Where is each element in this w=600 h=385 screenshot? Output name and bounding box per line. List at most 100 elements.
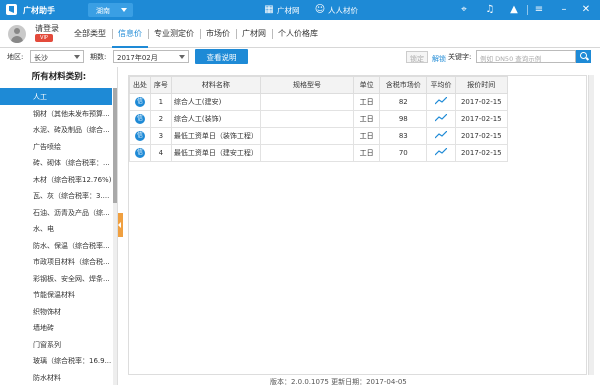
trend-chart-icon[interactable]	[434, 97, 447, 105]
tab-professional-price[interactable]: 专业测定价	[148, 20, 200, 48]
sidebar-item-fabric[interactable]: 织物饰材	[0, 303, 112, 320]
sidebar-item-timber[interactable]: 木材（综合税率12.76%)	[0, 171, 112, 188]
col-avg-price[interactable]: 平均价	[426, 76, 456, 94]
sidebar-item-labor[interactable]: 人工	[0, 88, 112, 105]
region-dropdown[interactable]: 湖南	[88, 3, 133, 17]
row-spec	[259, 127, 355, 145]
row-date: 2017-02-15	[454, 110, 509, 128]
sidebar-item-steel[interactable]: 钢材（其他未发布预算...	[0, 105, 112, 122]
person-icon: ☺	[314, 4, 326, 15]
table-scrollbar[interactable]	[588, 75, 594, 375]
region-filter-label: 地区:	[7, 53, 24, 61]
price-table-container: 出处 序号 材料名称 规格型号 单位 含税市场价 平均价 报价时间 信 1 综合…	[128, 75, 587, 375]
col-spec[interactable]: 规格型号	[259, 76, 355, 94]
view-help-button[interactable]: 查看说明	[195, 49, 248, 64]
row-unit: 工日	[353, 110, 381, 128]
tab-material-web[interactable]: 广材网	[236, 20, 272, 48]
avatar[interactable]	[8, 25, 26, 43]
trend-chart-icon[interactable]	[434, 114, 447, 122]
tab-personal-library[interactable]: 个人价格库	[272, 20, 324, 48]
tab-market-price[interactable]: 市场价	[200, 20, 236, 48]
col-source[interactable]: 出处	[129, 76, 151, 94]
row-material-name: 最低工资单日（建安工程）	[170, 144, 261, 162]
tab-info-price[interactable]: 信息价	[112, 20, 148, 48]
nav-tabs: 全部类型 信息价 专业测定价 市场价 广材网 个人价格库	[68, 20, 324, 48]
col-no[interactable]: 序号	[149, 76, 172, 94]
row-no: 2	[149, 110, 172, 128]
trend-chart-icon[interactable]	[434, 131, 447, 139]
chevron-down-icon	[179, 55, 185, 59]
lock-button[interactable]: 锁定	[406, 51, 428, 63]
period-select[interactable]: 2017年02月	[113, 50, 189, 63]
row-date: 2017-02-15	[454, 93, 509, 111]
row-date: 2017-02-15	[454, 127, 509, 145]
period-filter-label: 期数:	[90, 53, 107, 61]
sidebar-item-water-electric[interactable]: 水、电	[0, 220, 112, 237]
sidebar-item-advertising[interactable]: 广告喷绘	[0, 138, 112, 155]
version-info: 版本：2.0.0.1075 更新日期：2017-04-05	[270, 378, 407, 385]
filter-bar: 地区: 长沙 期数: 2017年02月 查看说明 锁定 解锁 关键字: 例如 D…	[0, 48, 600, 66]
region-select[interactable]: 长沙	[30, 50, 84, 63]
category-list: 人工 钢材（其他未发布预算... 水泥、砖及制品（综合... 广告喷绘 砖、砌体…	[0, 88, 112, 385]
info-source-icon[interactable]: 信	[134, 97, 145, 107]
col-unit[interactable]: 单位	[353, 76, 381, 94]
col-material-name[interactable]: 材料名称	[170, 76, 261, 94]
sidebar-item-petroleum[interactable]: 石油、沥青及产品（综...	[0, 204, 112, 221]
row-spec	[259, 144, 355, 162]
category-sidebar: 所有材料类别: 人工 钢材（其他未发布预算... 水泥、砖及制品（综合... 广…	[0, 67, 118, 385]
sidebar-item-glass[interactable]: 玻璃（综合税率：16.9...	[0, 352, 112, 369]
table-header-row: 出处 序号 材料名称 规格型号 单位 含税市场价 平均价 报价时间	[129, 76, 509, 94]
sidebar-item-waterproof[interactable]: 防水材料	[0, 369, 112, 385]
table-row[interactable]: 信 4 最低工资单日（建安工程） 工日 70 2017-02-15	[129, 144, 509, 162]
tab-all-types[interactable]: 全部类型	[68, 20, 112, 48]
row-material-name: 最低工资单日（装饰工程）	[170, 127, 261, 145]
app-title: 广材助手	[23, 6, 55, 15]
sidebar-item-municipal[interactable]: 市政项目材料（综合税...	[0, 253, 112, 270]
close-icon[interactable]: ✕	[580, 4, 592, 16]
row-unit: 工日	[353, 144, 381, 162]
chevron-down-icon	[121, 8, 127, 12]
sidebar-item-steel-sheet[interactable]: 彩钢板、安全网、焊条...	[0, 270, 112, 287]
col-tax-price[interactable]: 含税市场价	[379, 76, 428, 94]
table-row[interactable]: 信 3 最低工资单日（装饰工程） 工日 83 2017-02-15	[129, 127, 509, 145]
info-source-icon[interactable]: 信	[134, 131, 145, 141]
menu-icon[interactable]: ≡	[533, 4, 545, 16]
sidebar-item-waterproof-insulation[interactable]: 防水、保温（综合税率...	[0, 237, 112, 254]
table-row[interactable]: 信 1 综合人工(建安) 工日 82 2017-02-15	[129, 93, 509, 111]
sidebar-title: 所有材料类别:	[31, 72, 87, 82]
sidebar-scroll-thumb[interactable]	[113, 88, 117, 203]
bell-icon[interactable]: ♫	[484, 4, 496, 16]
main-panel: 出处 序号 材料名称 规格型号 单位 含税市场价 平均价 报价时间 信 1 综合…	[123, 67, 600, 385]
sidebar-item-cement[interactable]: 水泥、砖及制品（综合...	[0, 121, 112, 138]
sidebar-item-energy-saving[interactable]: 节能保温材料	[0, 286, 112, 303]
sidebar-item-tile-lime[interactable]: 瓦、灰（综合税率：3....	[0, 187, 112, 204]
login-link[interactable]: 请登录	[35, 23, 59, 34]
row-no: 4	[149, 144, 172, 162]
col-quote-date[interactable]: 报价时间	[454, 76, 509, 94]
sidebar-item-doors-windows[interactable]: 门窗系列	[0, 336, 112, 353]
minimize-icon[interactable]: –	[558, 4, 570, 16]
row-unit: 工日	[353, 127, 381, 145]
row-price: 70	[379, 144, 428, 162]
row-material-name: 综合人工(建安)	[170, 93, 261, 111]
shirt-icon[interactable]: ▲	[508, 4, 520, 16]
row-date: 2017-02-15	[454, 144, 509, 162]
search-input[interactable]: 例如 DN50 查询示例	[476, 50, 576, 63]
sidebar-item-brick[interactable]: 砖、砌体（综合税率：...	[0, 154, 112, 171]
link-material-web[interactable]: 广材网	[277, 5, 300, 16]
search-icon[interactable]	[576, 50, 591, 63]
info-source-icon[interactable]: 信	[134, 148, 145, 158]
row-price: 83	[379, 127, 428, 145]
row-no: 3	[149, 127, 172, 145]
info-source-icon[interactable]: 信	[134, 114, 145, 124]
keyword-label: 关键字:	[448, 53, 472, 61]
table-row[interactable]: 信 2 综合人工(装饰) 工日 98 2017-02-15	[129, 110, 509, 128]
link-personal-price[interactable]: 人人材价	[328, 5, 358, 16]
trend-chart-icon[interactable]	[434, 148, 447, 156]
target-icon[interactable]: ⌖	[458, 4, 470, 16]
unlock-button[interactable]: 解锁	[428, 51, 450, 63]
row-unit: 工日	[353, 93, 381, 111]
sidebar-item-floor-tile[interactable]: 墙地砖	[0, 319, 112, 336]
app-logo-icon	[6, 4, 17, 15]
region-label: 湖南	[96, 7, 110, 15]
